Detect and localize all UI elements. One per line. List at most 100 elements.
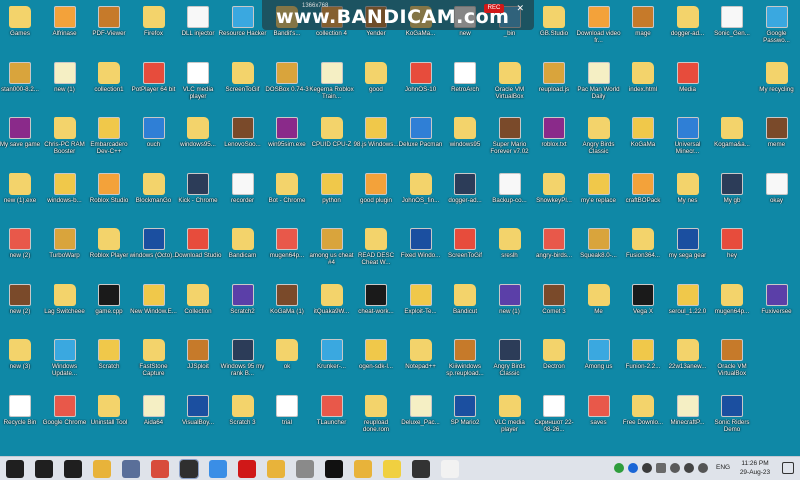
desktop-icon[interactable]: Oracle VM VirtualBox bbox=[710, 333, 754, 387]
battery-icon[interactable] bbox=[656, 463, 666, 473]
desktop-icon[interactable]: windows95 bbox=[443, 111, 487, 165]
notes-icon[interactable] bbox=[383, 460, 401, 478]
network-icon[interactable] bbox=[684, 463, 694, 473]
desktop-icon[interactable]: mugen64p... bbox=[265, 222, 309, 276]
desktop-icon[interactable]: Sonic_Gen... bbox=[710, 0, 754, 54]
desktop-icon[interactable]: angry-birds... bbox=[532, 222, 576, 276]
desktop-icon[interactable]: READ DESC Cheat W... bbox=[354, 222, 398, 276]
desktop-icon[interactable]: LenovoSoo... bbox=[221, 111, 265, 165]
notification-icon[interactable] bbox=[782, 462, 794, 474]
paint-icon[interactable] bbox=[151, 460, 169, 478]
desktop-icon[interactable]: Me bbox=[577, 278, 621, 332]
capture-icon[interactable] bbox=[412, 460, 430, 478]
desktop-icon[interactable]: My nes bbox=[666, 167, 710, 221]
desktop-icon[interactable]: VLC media player bbox=[488, 389, 532, 443]
desktop-icon[interactable]: VLC media player bbox=[176, 56, 220, 110]
desktop-icon[interactable]: Google Passwo... bbox=[755, 0, 799, 54]
desktop-icon[interactable]: My recycling bbox=[755, 56, 799, 110]
desktop-icon[interactable]: ouch bbox=[132, 111, 176, 165]
desktop-icon[interactable]: new (2) bbox=[0, 278, 42, 332]
desktop-icon[interactable]: Download video fr... bbox=[576, 0, 621, 54]
desktop-icon[interactable]: SP Mario2 bbox=[443, 389, 487, 443]
desktop-icon[interactable]: KoGaMa (1) bbox=[265, 278, 309, 332]
desktop-icon[interactable]: Krunker-... bbox=[310, 333, 354, 387]
desktop-icon[interactable]: reupload.js bbox=[532, 56, 576, 110]
windows-icon[interactable] bbox=[6, 460, 24, 478]
close-icon[interactable]: ✕ bbox=[516, 3, 524, 14]
desktop-icon[interactable]: VisualBoy... bbox=[176, 389, 220, 443]
desktop-icon[interactable]: new (2) bbox=[0, 222, 42, 276]
bluetooth-icon[interactable] bbox=[628, 463, 638, 473]
desktop-icon[interactable]: new (1) bbox=[43, 56, 87, 110]
task-view-icon[interactable] bbox=[64, 460, 82, 478]
desktop-icon[interactable]: Vega X bbox=[621, 278, 665, 332]
desktop-icon[interactable]: Bandicam bbox=[221, 222, 265, 276]
desktop-icon[interactable]: Deluxe Pacman bbox=[399, 111, 443, 165]
desktop-icon[interactable]: Fuxiversee bbox=[755, 278, 799, 332]
tiktok-icon[interactable] bbox=[325, 460, 343, 478]
desktop-icon[interactable]: among us cheat #4 bbox=[309, 222, 354, 276]
clock[interactable]: 11:26 PM 29-Aug-23 bbox=[736, 459, 774, 477]
desktop-icon[interactable]: mugen64p... bbox=[710, 278, 754, 332]
desktop-icon[interactable]: Download Studio bbox=[175, 222, 221, 276]
desktop-icon[interactable]: sreslh bbox=[488, 222, 532, 276]
desktop-icon[interactable]: PDF-Viewer bbox=[87, 0, 131, 54]
desktop-icon[interactable]: Kiiiwindows sp.reupload... bbox=[443, 333, 487, 387]
desktop-icon[interactable]: Scratch2 bbox=[221, 278, 265, 332]
desktop-icon[interactable]: Recycle Bin bbox=[0, 389, 42, 443]
desktop-icon[interactable]: Bot - Chrome bbox=[265, 167, 309, 221]
desktop-icon[interactable]: Uninstall Tool bbox=[87, 389, 131, 443]
tray-status-icon[interactable] bbox=[614, 463, 624, 473]
desktop-icon[interactable]: ok bbox=[265, 333, 309, 387]
desktop-icon[interactable]: Fusion364... bbox=[621, 222, 665, 276]
rec-indicator[interactable]: REC bbox=[484, 4, 504, 13]
desktop-icon[interactable]: good bbox=[354, 56, 398, 110]
desktop-icon[interactable]: Collection bbox=[176, 278, 220, 332]
desktop-icon[interactable]: My save game bbox=[0, 111, 42, 165]
desktop-icon[interactable]: Dectron bbox=[532, 333, 576, 387]
language-indicator[interactable]: ENG bbox=[716, 464, 730, 471]
search-icon[interactable] bbox=[35, 460, 53, 478]
desktop-icon[interactable]: new (3) bbox=[0, 333, 42, 387]
desktop-icon[interactable]: TLauncher bbox=[310, 389, 354, 443]
desktop-icon[interactable]: RetroArch bbox=[443, 56, 487, 110]
desktop-icon[interactable]: itQuaka9W... bbox=[310, 278, 354, 332]
desktop-icon[interactable]: Alfrinase bbox=[43, 0, 87, 54]
desktop-icon[interactable]: index.html bbox=[621, 56, 665, 110]
desktop-icon[interactable]: Sonic Riders Demo bbox=[710, 389, 754, 443]
desktop-icon[interactable]: Oracle VM VirtualBox bbox=[488, 56, 532, 110]
desktop-icon[interactable]: Roblox Studio bbox=[87, 167, 131, 221]
desktop-icon[interactable]: recorder bbox=[221, 167, 265, 221]
desktop-icon[interactable]: Kegerna Roblox Train... bbox=[309, 56, 354, 110]
desktop-icon[interactable]: Angry Birds Classic bbox=[577, 111, 621, 165]
desktop-icon[interactable]: KoGaMa bbox=[621, 111, 665, 165]
desktop-icon[interactable]: ShowkeyPl... bbox=[532, 167, 576, 221]
desktop-icon[interactable]: FastStone Capture bbox=[132, 333, 176, 387]
desktop-icon[interactable]: JohnOS-10 bbox=[399, 56, 443, 110]
desktop-icon[interactable]: Fixed Windo... bbox=[399, 222, 443, 276]
desktop-icon[interactable]: trial bbox=[265, 389, 309, 443]
desktop-icon[interactable]: ogen-sdk-l... bbox=[354, 333, 398, 387]
desktop-icon[interactable]: DOSBox 0.74-3 bbox=[265, 56, 309, 110]
desktop-icon[interactable]: ScreenToGif bbox=[221, 56, 265, 110]
desktop-icon[interactable]: My gb bbox=[710, 167, 754, 221]
desktop-icon[interactable]: Games bbox=[0, 0, 42, 54]
desktop-icon[interactable]: Aida64 bbox=[132, 389, 176, 443]
desktop-icon[interactable]: ScreenToGif bbox=[443, 222, 487, 276]
desktop-icon[interactable]: Scratch 3 bbox=[221, 389, 265, 443]
desktop-icon[interactable]: game.cpp bbox=[87, 278, 131, 332]
desktop-icon[interactable]: JohnOS_fin... bbox=[399, 167, 443, 221]
bandicam-icon[interactable] bbox=[238, 460, 256, 478]
desktop-icon[interactable]: stan000-8.2... bbox=[0, 56, 42, 110]
desktop-icon[interactable]: python bbox=[310, 167, 354, 221]
desktop-icon[interactable]: saves bbox=[577, 389, 621, 443]
desktop-icon[interactable]: PotPlayer 64 bit bbox=[132, 56, 176, 110]
desktop-icon[interactable]: TurboWarp bbox=[43, 222, 87, 276]
desktop-icon[interactable]: Angry Birds Classic bbox=[488, 333, 532, 387]
desktop-icon[interactable]: Backup-co... bbox=[488, 167, 532, 221]
desktop-icon[interactable]: reupload done.rom bbox=[354, 389, 398, 443]
desktop-icon[interactable]: Embarcadero Dev-C++ bbox=[87, 111, 131, 165]
desktop-icon[interactable]: Windows 95 my rank B... bbox=[221, 333, 265, 387]
desktop-icon[interactable]: Super Mario Forever v7.02 bbox=[488, 111, 532, 165]
desktop-icon[interactable]: Windows Update... bbox=[43, 333, 87, 387]
